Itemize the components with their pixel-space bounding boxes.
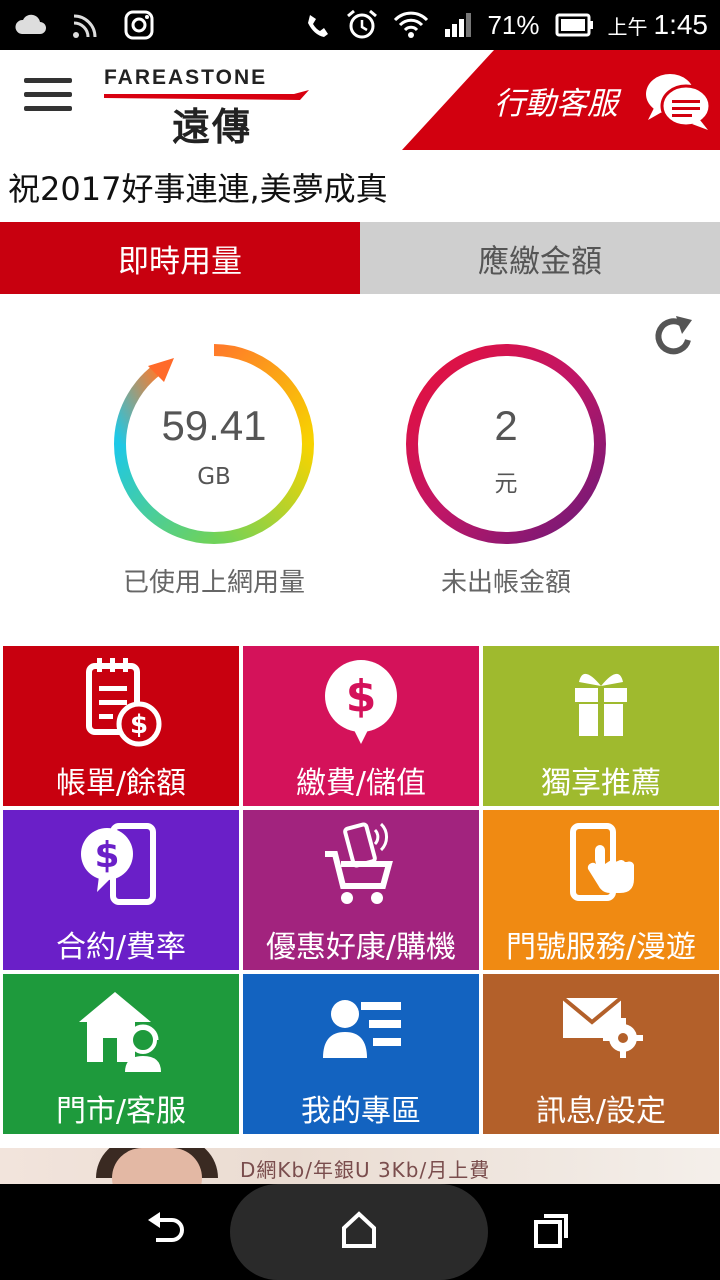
refresh-icon[interactable] (652, 314, 696, 360)
data-usage-caption: 已使用上網用量 (122, 568, 305, 598)
tile-label: 獨享推薦 (541, 766, 661, 801)
customer-service-label: 行動客服 (494, 86, 618, 122)
logo-english-text: FAREASTONE (104, 66, 268, 89)
unbilled-amount-gauge: 2 元 (404, 342, 608, 546)
tile-label: 門號服務/漫遊 (505, 930, 697, 965)
wifi-icon (394, 11, 429, 38)
tile-bill-balance[interactable]: $ 帳單/餘額 (3, 646, 239, 806)
svg-text:$: $ (130, 710, 148, 740)
cart-icon (325, 822, 393, 904)
customer-service-button[interactable]: 行動客服 (402, 50, 720, 150)
data-usage-gauge: 59.41 GB (112, 342, 316, 546)
battery-percent: 71% (487, 9, 540, 40)
menu-icon-bar (24, 106, 72, 111)
payment-icon: $ (325, 660, 397, 744)
fareastone-logo: FAREASTONE 遠傳 (104, 62, 314, 149)
data-usage-unit: GB (197, 464, 231, 490)
home-icon[interactable] (334, 1206, 384, 1256)
tile-deals-devices[interactable]: 優惠好康/購機 (243, 810, 479, 970)
unbilled-amount-value: 2 (494, 402, 518, 449)
signal-icon (445, 13, 472, 37)
svg-text:$: $ (346, 671, 377, 722)
phone-touch-icon (570, 823, 634, 901)
time-ampm: 上午 (607, 14, 648, 39)
data-usage-value: 59.41 (161, 402, 267, 449)
tile-label: 繳費/儲值 (295, 766, 427, 801)
menu-icon-bar (24, 92, 72, 97)
system-navigation-bar (0, 1184, 720, 1280)
tile-my-area[interactable]: 我的專區 (243, 974, 479, 1134)
bill-icon: $ (86, 658, 162, 747)
tab-amount-due[interactable]: 應繳金額 (360, 222, 720, 294)
tile-label: 合約/費率 (55, 930, 187, 965)
cast-icon (73, 14, 97, 38)
message-settings-icon (561, 996, 643, 1058)
chat-bubble-icon (646, 74, 712, 130)
tile-label: 帳單/餘額 (55, 766, 187, 801)
vibrate-icon (308, 15, 329, 37)
promo-text: D網Kb/年銀U 3Kb/月上費 (240, 1158, 491, 1182)
menu-button[interactable] (24, 78, 72, 122)
tab-bar: 即時用量 應繳金額 (0, 222, 720, 294)
promo-model-face (112, 1148, 202, 1184)
tile-messages-settings[interactable]: 訊息/設定 (483, 974, 719, 1134)
alarm-icon (347, 9, 378, 39)
menu-icon-bar (24, 78, 72, 83)
unbilled-amount-unit: 元 (494, 471, 518, 497)
tile-contract-rates[interactable]: $ 合約/費率 (3, 810, 239, 970)
tile-exclusive-offers[interactable]: 獨享推薦 (483, 646, 719, 806)
tile-number-roaming[interactable]: 門號服務/漫遊 (483, 810, 719, 970)
profile-icon (323, 1000, 401, 1058)
clock-time: 1:45 (653, 9, 709, 40)
promo-banner[interactable]: D網Kb/年銀U 3Kb/月上費 (0, 1148, 720, 1184)
back-icon[interactable] (142, 1206, 192, 1256)
tile-label: 訊息/設定 (535, 1094, 667, 1129)
store-icon (79, 992, 161, 1072)
menu-grid: $ 帳單/餘額 $ 繳費/儲值 獨享推薦 $ 合約/費率 優惠好康/購機 門號服… (3, 646, 719, 1136)
svg-text:$: $ (94, 835, 119, 876)
tile-payment-topup[interactable]: $ 繳費/儲值 (243, 646, 479, 806)
greeting-message: 祝2017好事連連,美夢成真 (8, 170, 388, 208)
instagram-icon (124, 10, 154, 40)
app-header: FAREASTONE 遠傳 行動客服 (0, 50, 720, 150)
tile-store-service[interactable]: 門市/客服 (3, 974, 239, 1134)
cloud-icon (15, 14, 47, 34)
status-bar: 71% 上午 1:45 (0, 0, 720, 50)
battery-icon (555, 13, 593, 37)
tile-label: 門市/客服 (55, 1094, 187, 1129)
logo-chinese-text: 遠傳 (172, 104, 253, 149)
tile-label: 優惠好康/購機 (265, 930, 457, 965)
gift-icon (575, 673, 627, 736)
tab-realtime-usage[interactable]: 即時用量 (0, 222, 360, 294)
tile-label: 我的專區 (301, 1094, 421, 1129)
contract-icon: $ (81, 823, 156, 905)
unbilled-amount-caption: 未出帳金額 (440, 568, 571, 598)
recents-icon[interactable] (526, 1206, 576, 1256)
